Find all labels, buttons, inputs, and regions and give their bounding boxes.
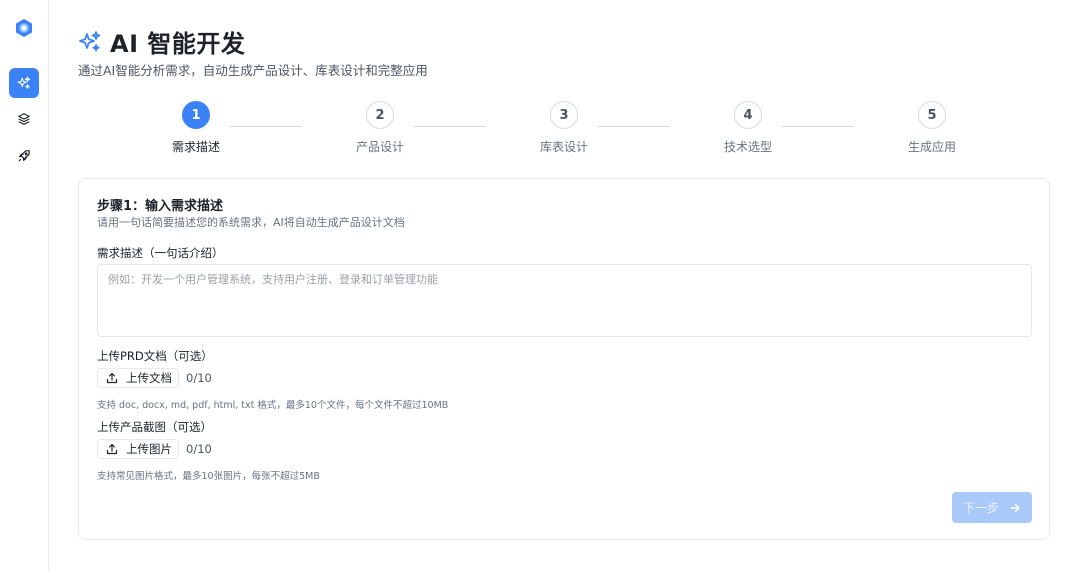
upload-image-label: 上传图片: [126, 442, 172, 456]
next-step-label: 下一步: [962, 501, 999, 515]
page-header: AI 智能开发: [78, 24, 245, 59]
step-label: 产品设计: [355, 140, 404, 154]
upload-icon: [106, 372, 118, 384]
upload-image-button[interactable]: 上传图片: [97, 439, 179, 459]
step-generate-app[interactable]: 5 生成应用: [872, 100, 992, 155]
sparkles-icon: [79, 30, 101, 51]
screenshot-upload-row: 上传图片 0/10: [97, 439, 212, 459]
card-title: 步骤1：输入需求描述: [97, 199, 224, 214]
arrow-right-icon: [1010, 503, 1020, 512]
upload-document-button[interactable]: 上传文档: [97, 368, 179, 388]
prd-file-count: 0/10: [186, 371, 212, 385]
screenshot-file-count: 0/10: [186, 442, 212, 456]
screenshot-upload-hint: 支持常见图片格式，最多10张图片，每张不超过5MB: [97, 471, 320, 482]
step-label: 生成应用: [907, 140, 956, 154]
step-table-design[interactable]: 3 库表设计: [504, 100, 624, 155]
step-number: 3: [550, 101, 578, 129]
step-number: 1: [182, 101, 210, 129]
step-label: 技术选型: [723, 140, 772, 154]
requirement-input[interactable]: [97, 264, 1032, 337]
prd-upload-label: 上传PRD文档（可选）: [97, 349, 213, 363]
step-connector: [598, 126, 670, 127]
step-connector: [782, 126, 854, 127]
sparkles-icon: [17, 76, 31, 89]
sidebar-item-ai-develop[interactable]: [9, 68, 39, 98]
app-logo-icon[interactable]: [14, 18, 34, 38]
step-tech-selection[interactable]: 4 技术选型: [688, 100, 808, 155]
card-description: 请用一句话简要描述您的系统需求，AI将自动生成产品设计文档: [97, 216, 405, 229]
sidebar: [0, 0, 49, 571]
prd-upload-row: 上传文档 0/10: [97, 368, 212, 388]
screenshot-upload-label: 上传产品截图（可选）: [97, 420, 212, 434]
page-subtitle: 通过AI智能分析需求，自动生成产品设计、库表设计和完整应用: [78, 63, 428, 78]
layers-icon: [18, 113, 30, 125]
step-requirement[interactable]: 1 需求描述: [136, 100, 256, 155]
sidebar-item-deploy[interactable]: [9, 141, 39, 171]
requirement-label: 需求描述（一句话介绍）: [97, 246, 224, 260]
requirement-card: 步骤1：输入需求描述 请用一句话简要描述您的系统需求，AI将自动生成产品设计文档…: [78, 178, 1050, 540]
step-label: 库表设计: [539, 140, 588, 154]
step-number: 4: [734, 101, 762, 129]
upload-document-label: 上传文档: [126, 371, 172, 385]
next-step-button[interactable]: 下一步: [952, 492, 1032, 523]
step-product-design[interactable]: 2 产品设计: [320, 100, 440, 155]
sidebar-item-layers[interactable]: [9, 104, 39, 134]
rocket-icon: [18, 150, 30, 162]
upload-icon: [106, 443, 118, 455]
step-connector: [230, 126, 302, 127]
step-number: 5: [918, 101, 946, 129]
stepper: 1 需求描述 2 产品设计 3 库表设计 4 技术选型 5 生成应用: [78, 100, 1052, 160]
prd-upload-hint: 支持 doc, docx, md, pdf, html, txt 格式，最多10…: [97, 400, 449, 411]
step-number: 2: [366, 101, 394, 129]
page-title: AI 智能开发: [110, 30, 246, 58]
step-label: 需求描述: [171, 140, 220, 154]
step-connector: [414, 126, 486, 127]
